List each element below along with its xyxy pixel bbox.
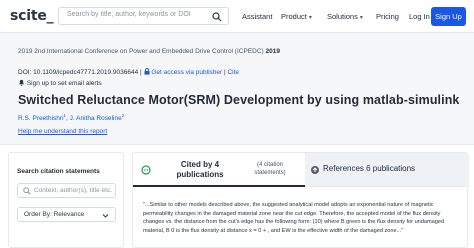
search-icon[interactable] bbox=[212, 12, 222, 22]
venue-year: 2019 bbox=[265, 48, 280, 55]
cite-link[interactable]: Cite bbox=[227, 69, 239, 76]
citation-search-panel: Search citation statements Context, auth… bbox=[8, 152, 124, 248]
chat-bubble-icon bbox=[141, 165, 151, 175]
nav-solutions[interactable]: Solutions ▾ bbox=[327, 12, 363, 21]
citation-search-input[interactable]: Context, author(s), title etc. bbox=[17, 183, 116, 198]
search-input[interactable]: Search by title, author, keywords or DOI bbox=[58, 7, 229, 25]
order-by-select[interactable]: Order By: Relevance bbox=[17, 207, 116, 222]
scite-logo[interactable]: scite_ bbox=[10, 8, 54, 24]
chevron-down-icon bbox=[102, 214, 109, 218]
signup-text: Sign up to set email alerts bbox=[26, 80, 102, 87]
paper-info: 2019 2nd International Conference on Pow… bbox=[0, 33, 474, 145]
paper-title: Switched Reluctance Motor(SRM) Developme… bbox=[18, 93, 460, 107]
doi-text: DOI: 10.1109/icpedc47771.2019.9036644 bbox=[18, 69, 139, 76]
venue-line: 2019 2nd International Conference on Pow… bbox=[18, 48, 280, 55]
top-header: scite_ Search by title, author, keywords… bbox=[0, 0, 474, 33]
authors-line: R.S. Preethishri1, J. Anitha Roseline2 bbox=[18, 113, 125, 123]
tab-references[interactable]: References 6 publications bbox=[305, 153, 469, 187]
help-link[interactable]: Help me understand this report bbox=[18, 128, 107, 135]
reference-icon bbox=[311, 166, 319, 174]
nav-solutions-label: Solutions bbox=[327, 12, 358, 21]
citations-panel: Cited by 4 publications (4 citation stat… bbox=[132, 152, 469, 248]
lock-icon bbox=[144, 68, 150, 75]
doi-line: DOI: 10.1109/icpedc47771.2019.9036644 | … bbox=[18, 68, 240, 76]
panel-title: Search citation statements bbox=[17, 168, 100, 175]
venue-name[interactable]: 2019 2nd International Conference on Pow… bbox=[18, 48, 264, 55]
references-label: References 6 publications bbox=[323, 164, 416, 173]
login-link[interactable]: Log In bbox=[409, 12, 430, 21]
cited-by-label: Cited by 4 publications bbox=[176, 160, 224, 179]
chevron-down-icon: ▾ bbox=[308, 15, 312, 21]
nav-product[interactable]: Product ▾ bbox=[281, 12, 312, 21]
signup-button[interactable]: Sign Up bbox=[431, 7, 466, 26]
search-icon bbox=[23, 187, 31, 195]
nav-product-label: Product bbox=[281, 12, 307, 21]
author-link[interactable]: J. Anitha Roseline bbox=[70, 115, 122, 122]
nav-pricing[interactable]: Pricing bbox=[376, 12, 399, 21]
order-by-value: Order By: Relevance bbox=[24, 211, 85, 218]
citation-statements-count: (4 citation statements) bbox=[254, 162, 286, 176]
bell-icon bbox=[19, 79, 24, 86]
nav-assistant[interactable]: Assistant bbox=[242, 12, 272, 21]
citation-statement-text: "...Similar to other models described ab… bbox=[143, 202, 445, 234]
search-placeholder: Search by title, author, keywords or DOI bbox=[67, 11, 191, 18]
author-link[interactable]: R.S. Preethishri bbox=[18, 115, 64, 122]
input-placeholder: Context, author(s), title etc. bbox=[34, 187, 113, 194]
access-link[interactable]: Get access via publisher bbox=[151, 69, 222, 76]
tab-cited-by[interactable]: Cited by 4 publications (4 citation stat… bbox=[133, 153, 305, 187]
email-alert-signup[interactable]: Sign up to set email alerts bbox=[18, 79, 102, 87]
chevron-down-icon: ▾ bbox=[359, 15, 363, 21]
